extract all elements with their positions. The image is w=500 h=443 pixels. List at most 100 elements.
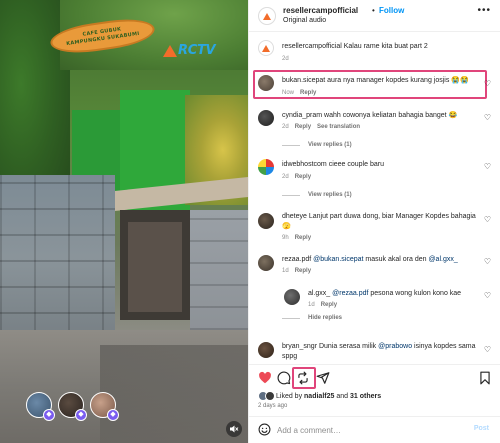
audio-link[interactable]: Original audio — [283, 17, 326, 24]
mute-button[interactable] — [226, 421, 242, 437]
comment-username[interactable]: al.gxx_ — [308, 290, 330, 297]
comment-meta: 2d Reply — [282, 174, 311, 180]
divider — [282, 144, 300, 146]
comment-text: cyndia_pram wahh cowonya keliatan bahagi… — [282, 111, 480, 121]
hide-replies-label: Hide replies — [308, 315, 343, 321]
comment-avatar[interactable] — [258, 110, 274, 126]
comment-text: idwebhostcom cieee couple baru — [282, 160, 480, 170]
view-replies-button[interactable]: View replies (1) — [282, 192, 352, 198]
follow-button[interactable]: Follow — [379, 6, 404, 15]
comment-avatar[interactable] — [258, 75, 274, 91]
reply-button[interactable]: Reply — [295, 268, 311, 274]
logo-mark-icon — [163, 44, 177, 57]
channel-logo: RCTV — [163, 43, 216, 58]
like-comment-icon[interactable]: ♡ — [484, 291, 491, 300]
liked-prefix: Liked by — [276, 392, 303, 400]
add-comment-input[interactable] — [277, 423, 457, 437]
logo-mark-icon — [263, 12, 271, 20]
like-comment-icon[interactable]: ♡ — [484, 257, 491, 266]
comment-username[interactable]: dheteye — [282, 213, 307, 220]
liked-user-link[interactable]: nadialf25 — [304, 393, 334, 400]
reply-button[interactable]: Reply — [295, 124, 311, 130]
account-username[interactable]: resellercampofficial — [283, 6, 358, 15]
liked-and: and — [336, 392, 349, 400]
comment-time: Now — [282, 90, 295, 96]
mention-link[interactable]: @al.gxx_ — [428, 256, 457, 263]
comment-username[interactable]: bukan.sicepat — [282, 77, 325, 84]
video-player[interactable]: CAFE GUBUK KAMPUNGKU SUKABUMI RCTV ◆ ◆ ◆ — [0, 0, 248, 443]
bookmark-icon[interactable] — [479, 371, 491, 385]
comment-username[interactable]: rezaa.pdf — [282, 256, 311, 263]
like-heart-icon[interactable] — [258, 371, 272, 385]
comment-body: masuk akal ora den — [365, 256, 427, 263]
comment-icon[interactable] — [277, 371, 291, 385]
comment-text: bryan_sngr Dunia serasa milik @prabowo i… — [282, 342, 480, 362]
comment-meta: 9h Reply — [282, 235, 311, 241]
comment-time: 1d — [308, 302, 315, 308]
mention-link[interactable]: @prabowo — [378, 343, 412, 350]
liked-by-text: Liked by nadialf25 and 31 others — [276, 393, 381, 400]
likes-summary[interactable]: Liked by nadialf25 and 31 others — [258, 391, 381, 401]
collaborator-avatar[interactable]: ◆ — [58, 392, 87, 421]
reply-button[interactable]: Reply — [321, 302, 337, 308]
comment-text: dheteye Lanjut part duwa dong, biar Mana… — [282, 212, 480, 232]
post-header: resellercampofficial • Follow Original a… — [249, 0, 500, 32]
like-comment-icon[interactable]: ♡ — [484, 215, 491, 224]
comment-username[interactable]: resellercampofficial — [282, 43, 342, 50]
comment-meta: 2d Reply See translation — [282, 124, 360, 130]
view-replies-button[interactable]: View replies (1) — [282, 142, 352, 148]
comment-time: 2d — [282, 174, 289, 180]
comment-username[interactable]: bryan_sngr — [282, 343, 317, 350]
collaborator-avatar[interactable]: ◆ — [90, 392, 119, 421]
like-comment-icon[interactable]: ♡ — [484, 79, 491, 88]
comment-body: aura nya manager kopdes kurang josjis 😭😭 — [327, 77, 469, 84]
collaborator-avatar[interactable]: ◆ — [26, 392, 55, 421]
comment-time: 2d — [282, 124, 289, 130]
comment-body: wahh cowonya keliatan bahagia banget 😂 — [324, 112, 458, 119]
comment-avatar[interactable] — [258, 342, 274, 358]
comment-text: rezaa.pdf @bukan.sicepat masuk akal ora … — [282, 255, 480, 265]
hide-replies-button[interactable]: Hide replies — [282, 315, 342, 321]
comment-meta: 1d Reply — [308, 302, 337, 308]
emoji-icon[interactable] — [258, 423, 271, 436]
more-icon[interactable]: ••• — [477, 5, 491, 16]
reply-button[interactable]: Reply — [295, 174, 311, 180]
view-replies-label: View replies (1) — [308, 192, 352, 198]
view-replies-label: View replies (1) — [308, 142, 352, 148]
share-icon[interactable] — [316, 371, 330, 385]
comment-meta: 2d — [282, 56, 289, 62]
comment-avatar[interactable] — [258, 159, 274, 175]
comment-text: al.gxx_ @rezaa.pdf pesona wong kulon kon… — [308, 289, 480, 299]
mention-link[interactable]: @rezaa.pdf — [332, 290, 368, 297]
mention-link[interactable]: @bukan.sicepat — [313, 256, 363, 263]
account-avatar[interactable] — [258, 40, 274, 56]
logo-text: RCTV — [178, 43, 216, 58]
comment-text: bukan.sicepat aura nya manager kopdes ku… — [282, 76, 480, 86]
comment-time: 2d — [282, 56, 289, 62]
comment-body: Dunia serasa milik — [318, 343, 377, 350]
comment-avatar[interactable] — [284, 289, 300, 305]
comment-username[interactable]: cyndia_pram — [282, 112, 322, 119]
like-comment-icon[interactable]: ♡ — [484, 113, 491, 122]
like-comment-icon[interactable]: ♡ — [484, 345, 491, 354]
reply-button[interactable]: Reply — [295, 235, 311, 241]
repost-icon[interactable] — [296, 371, 310, 385]
post-button[interactable]: Post — [474, 425, 489, 432]
like-comment-icon[interactable]: ♡ — [484, 162, 491, 171]
comment-avatar[interactable] — [258, 255, 274, 271]
liked-avatars — [258, 391, 275, 401]
collaborator-avatars: ◆ ◆ ◆ — [26, 392, 119, 421]
mute-icon — [230, 425, 239, 433]
see-translation-button[interactable]: See translation — [317, 124, 360, 130]
comment-time: 1d — [282, 268, 289, 274]
comment-username[interactable]: idwebhostcom — [282, 161, 327, 168]
reply-button[interactable]: Reply — [300, 90, 316, 96]
account-avatar[interactable] — [258, 7, 276, 25]
stone-wall — [190, 210, 248, 330]
comment-body: pesona wong kulon kono kae — [370, 290, 462, 297]
comments-list[interactable]: resellercampofficial Kalau rame kita bua… — [249, 33, 500, 363]
liker-avatar — [265, 391, 275, 401]
liked-others-link[interactable]: 31 others — [350, 393, 381, 400]
logo-mark-icon — [262, 44, 270, 52]
comment-avatar[interactable] — [258, 213, 274, 229]
